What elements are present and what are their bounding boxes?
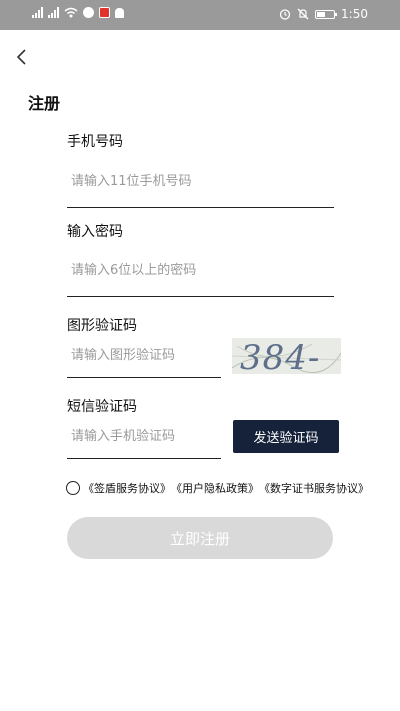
register-button[interactable]: 立即注册 [67,517,333,559]
phone-input[interactable] [67,168,333,194]
battery-icon [315,9,338,19]
status-right-icons: 1:50 [279,7,368,21]
alarm-icon [279,9,291,20]
agreement-link-service[interactable]: 《签盾服务协议》 [83,480,171,496]
mute-icon [297,8,309,20]
agreement-row: 《签盾服务协议》 《用户隐私政策》 《数字证书服务协议》 [66,480,369,496]
bell-icon [115,7,124,18]
agreement-radio[interactable] [66,481,80,495]
phone-underline [67,207,334,208]
agreement-link-certificate[interactable]: 《数字证书服务协议》 [259,480,369,496]
wifi-icon [64,7,78,18]
sms-label: 短信验证码 [67,399,137,415]
password-label: 输入密码 [67,224,123,240]
send-code-button[interactable]: 发送验证码 [233,420,339,453]
app-notification-icon [99,7,110,18]
app-notification-icon [83,7,94,18]
back-arrow-icon[interactable] [12,45,32,69]
sms-underline [67,458,221,459]
password-underline [67,296,334,297]
phone-label: 手机号码 [67,134,123,150]
status-time: 1:50 [341,7,368,21]
status-bar: 1:50 [0,0,400,30]
status-left-icons [32,7,124,18]
signal-icon [48,7,59,18]
captcha-input[interactable] [67,342,221,368]
captcha-image[interactable]: 384- [232,338,341,374]
signal-icon [32,7,43,18]
password-input[interactable] [67,257,333,283]
captcha-text: 384- [240,338,321,374]
captcha-underline [67,377,221,378]
page-title: 注册 [28,94,61,113]
agreement-link-privacy[interactable]: 《用户隐私政策》 [171,480,259,496]
sms-code-input[interactable] [67,423,221,449]
captcha-label: 图形验证码 [67,318,137,334]
